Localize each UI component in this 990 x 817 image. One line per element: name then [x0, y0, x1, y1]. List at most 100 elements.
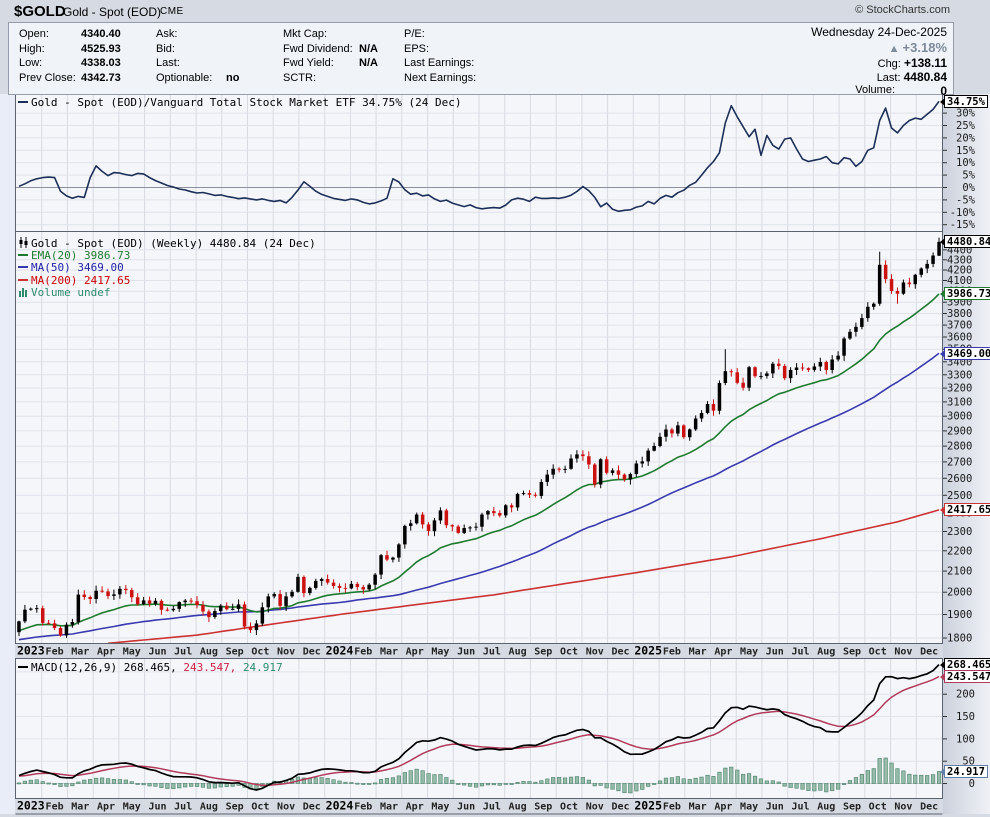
svg-text:Oct: Oct [869, 647, 887, 658]
volume-label: Volume: [855, 84, 895, 98]
svg-text:May: May [431, 647, 449, 658]
svg-text:May: May [123, 802, 141, 813]
svg-text:Sep: Sep [534, 647, 552, 658]
ema20-callout: 3986.73 [944, 287, 990, 300]
svg-text:-10%: -10% [950, 207, 976, 219]
svg-text:3200: 3200 [947, 383, 972, 395]
svg-text:Sep: Sep [226, 647, 244, 658]
svg-text:4200: 4200 [947, 265, 972, 277]
next-earnings-label: Next Earnings: [404, 72, 488, 84]
quote-col-fundamentals: Mkt Cap: Fwd Dividend:N/A Fwd Yield:N/A … [283, 28, 378, 86]
svg-text:15%: 15% [956, 145, 976, 157]
last-label: Last: [156, 57, 226, 69]
svg-text:Aug: Aug [200, 647, 218, 658]
volume-row: Volume:0 [811, 84, 947, 98]
stockcharts-copyright-link[interactable]: © StockCharts.com [855, 4, 950, 16]
svg-text:Dec: Dec [920, 802, 938, 813]
last-row: Last: 4480.84 [811, 70, 947, 84]
ma200-legend: MA(200) 2417.65 [31, 274, 130, 287]
svg-text:200: 200 [956, 689, 975, 701]
svg-text:5%: 5% [962, 170, 975, 182]
svg-text:Jul: Jul [483, 802, 501, 813]
svg-text:Jun: Jun [457, 647, 475, 658]
candlestick-icon [18, 237, 29, 248]
svg-text:Oct: Oct [869, 802, 887, 813]
macd-legend-main: MACD(12,26,9) 268.465, [31, 661, 177, 674]
svg-text:2023: 2023 [17, 644, 45, 658]
svg-text:Jul: Jul [791, 802, 809, 813]
svg-text:2025: 2025 [634, 644, 662, 658]
svg-text:2800: 2800 [947, 441, 972, 453]
svg-text:Jul: Jul [174, 802, 192, 813]
fwd-yield-label: Fwd Yield: [283, 57, 359, 69]
svg-text:Feb: Feb [354, 802, 372, 813]
svg-text:Apr: Apr [714, 802, 732, 813]
high-label: High: [19, 43, 81, 55]
quote-col-bidask: Ask: Bid: Last: Optionable:no [156, 28, 239, 86]
svg-text:3100: 3100 [947, 396, 972, 408]
svg-text:Aug: Aug [817, 802, 835, 813]
volume-row-legend: Volume undef [18, 287, 316, 300]
svg-text:10%: 10% [956, 157, 976, 169]
fwd-dividend-value: N/A [359, 43, 378, 55]
ma50-callout: 3469.00 [944, 347, 990, 360]
svg-text:4100: 4100 [947, 275, 972, 287]
quote-col-earnings: P/E: EPS: Last Earnings: Next Earnings: [404, 28, 488, 86]
svg-text:May: May [740, 647, 758, 658]
low-value: 4338.03 [81, 57, 121, 69]
svg-text:Nov: Nov [277, 802, 295, 813]
chart-canvas[interactable]: 30%25%20%15%10%5%0%-5%-10%-15%1800190020… [0, 0, 990, 817]
svg-text:25%: 25% [956, 120, 976, 132]
ratio-line-swatch-icon [18, 101, 28, 103]
svg-text:Apr: Apr [97, 802, 115, 813]
svg-text:100: 100 [956, 733, 975, 745]
svg-text:2700: 2700 [947, 456, 972, 468]
quote-date: Wednesday 24-Dec-2025 [811, 25, 947, 40]
stockcharts-gold-page: 30%25%20%15%10%5%0%-5%-10%-15%1800190020… [0, 0, 990, 817]
svg-text:Jul: Jul [791, 647, 809, 658]
svg-text:Mar: Mar [380, 647, 398, 658]
svg-text:Apr: Apr [97, 647, 115, 658]
svg-text:20%: 20% [956, 132, 976, 144]
svg-text:Nov: Nov [894, 647, 912, 658]
svg-text:Sep: Sep [534, 802, 552, 813]
mktcap-label: Mkt Cap: [283, 28, 359, 40]
svg-text:3700: 3700 [947, 320, 972, 332]
svg-text:Jun: Jun [457, 802, 475, 813]
svg-text:Mar: Mar [71, 802, 89, 813]
svg-text:2900: 2900 [947, 425, 972, 437]
svg-text:Mar: Mar [380, 802, 398, 813]
quote-panel: Open:4340.40 High:4525.93 Low:4338.03 Pr… [8, 22, 954, 95]
ma200-callout: 2417.65 [944, 503, 990, 516]
title-bar: $GOLD Gold - Spot (EOD) CME © StockChart… [0, 0, 990, 21]
price-last-callout: 4480.84 [944, 235, 990, 248]
ratio-legend-label: Gold - Spot (EOD)/Vanguard Total Stock M… [31, 96, 461, 109]
ratio-legend: Gold - Spot (EOD)/Vanguard Total Stock M… [18, 96, 461, 109]
svg-text:2000: 2000 [947, 587, 972, 599]
macd-legend-hist: 24.917 [243, 661, 283, 674]
svg-text:Apr: Apr [714, 647, 732, 658]
svg-text:Mar: Mar [689, 802, 707, 813]
ema20-legend: EMA(20) 3986.73 [31, 249, 130, 262]
svg-text:0%: 0% [962, 182, 975, 194]
svg-text:May: May [123, 647, 141, 658]
svg-text:Nov: Nov [586, 802, 604, 813]
svg-text:Feb: Feb [354, 647, 372, 658]
svg-text:Mar: Mar [689, 647, 707, 658]
ratio-last-callout: 34.75% [944, 95, 988, 108]
open-label: Open: [19, 28, 81, 40]
svg-text:Dec: Dec [611, 802, 629, 813]
svg-text:Nov: Nov [894, 802, 912, 813]
svg-text:Feb: Feb [46, 647, 64, 658]
prev-close-value: 4342.73 [81, 72, 121, 84]
svg-text:1800: 1800 [947, 633, 972, 645]
fwd-dividend-label: Fwd Dividend: [283, 43, 359, 55]
svg-text:1900: 1900 [947, 609, 972, 621]
svg-text:Jul: Jul [483, 647, 501, 658]
optionable-value: no [226, 72, 239, 84]
svg-text:Sep: Sep [843, 802, 861, 813]
ema20-swatch-icon [18, 254, 28, 256]
open-value: 4340.40 [81, 28, 121, 40]
svg-text:-15%: -15% [950, 219, 976, 231]
quote-col-ohlc: Open:4340.40 High:4525.93 Low:4338.03 Pr… [19, 28, 121, 86]
